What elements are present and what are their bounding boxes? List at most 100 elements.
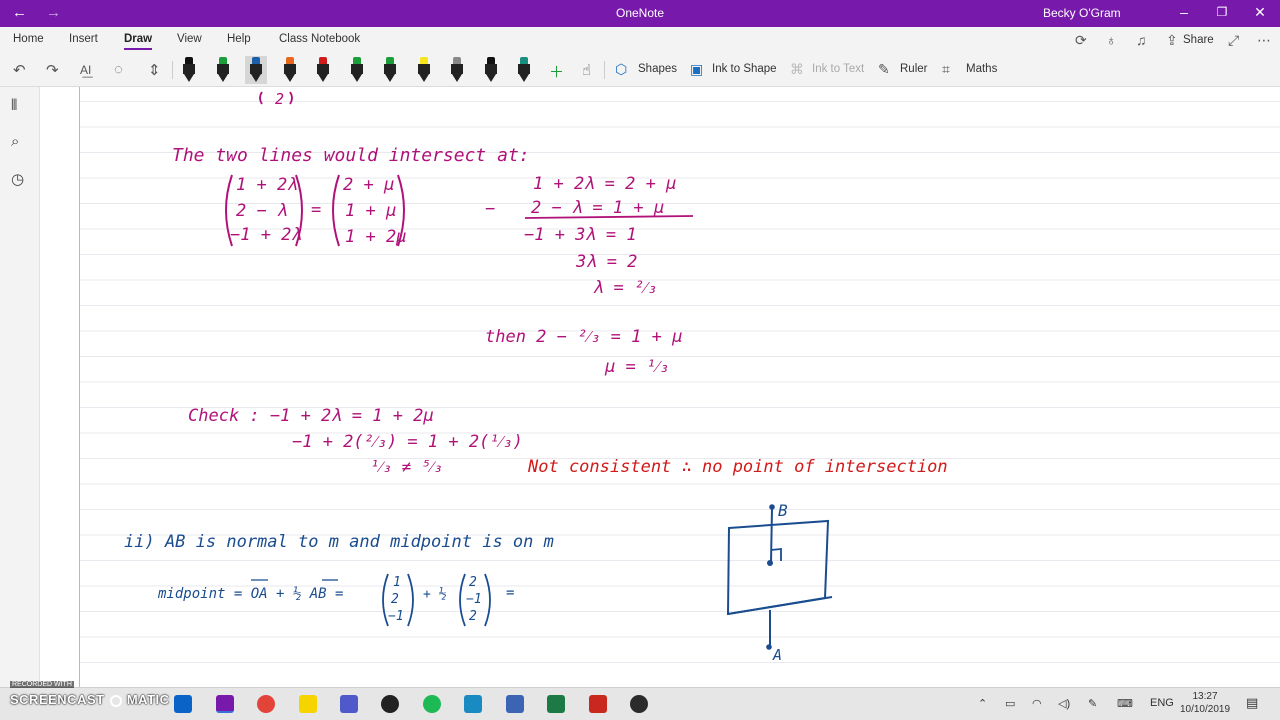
- lasso-select-icon[interactable]: ◌: [114, 61, 123, 78]
- sketch-app-icon[interactable]: [381, 695, 399, 713]
- plus-half: + ½: [423, 587, 447, 602]
- type-select-icon[interactable]: A͟I: [80, 63, 91, 77]
- maths-button[interactable]: Maths: [966, 63, 997, 75]
- recorded-with-label: RECORDED WITH: [10, 681, 74, 688]
- restore-icon[interactable]: ❐: [1203, 5, 1241, 19]
- minimize-icon[interactable]: –: [1165, 4, 1203, 20]
- mid-vector-2-row-3: 2: [469, 609, 477, 624]
- ink-to-text-button[interactable]: Ink to Text: [812, 63, 864, 75]
- ruler-button[interactable]: Ruler: [900, 63, 927, 75]
- part-ii-statement: ii) AB is normal to m and midpoint is on…: [124, 532, 554, 552]
- pen-body: [518, 64, 530, 74]
- onenote-icon[interactable]: [216, 695, 234, 713]
- lightbulb-icon[interactable]: ♁: [1106, 32, 1117, 48]
- notifications-icon[interactable]: ▤: [1246, 695, 1258, 711]
- pen-black-2[interactable]: [480, 56, 502, 84]
- toolbar-separator: [604, 61, 605, 79]
- pen-color-swatch: [185, 57, 193, 64]
- tray-overflow-icon[interactable]: ⌃: [978, 697, 987, 710]
- shapes-button[interactable]: Shapes: [638, 63, 677, 75]
- point-a: [766, 644, 772, 650]
- undo-icon[interactable]: ↶: [13, 61, 26, 79]
- redo-icon[interactable]: ↷: [46, 61, 59, 79]
- tab-help[interactable]: Help: [227, 33, 251, 45]
- volume-icon[interactable]: ◁): [1058, 697, 1070, 710]
- pen-color-swatch: [252, 57, 260, 64]
- expand-icon[interactable]: ⤢: [1228, 32, 1239, 49]
- title-bar: ← → OneNote Becky O'Gram – ❐ ✕: [0, 0, 1280, 27]
- not-consistent-note: Not consistent ∴ no point of intersectio…: [527, 457, 948, 477]
- spotify-icon[interactable]: [423, 695, 441, 713]
- sticky-notes-icon[interactable]: [299, 695, 317, 713]
- tab-draw[interactable]: Draw: [124, 33, 153, 50]
- highlighter-yellow[interactable]: [413, 56, 435, 84]
- notebooks-icon[interactable]: ⫴: [11, 97, 17, 114]
- pen-orange[interactable]: [279, 56, 301, 84]
- working-line-5: λ = ²⁄₃: [593, 278, 657, 298]
- label-a: A: [772, 646, 782, 664]
- keyboard-icon[interactable]: ⌨: [1117, 697, 1133, 710]
- recent-clock-icon[interactable]: ◷: [11, 170, 24, 188]
- eq-right-2: 1 + μ: [345, 201, 396, 221]
- pen-color-swatch: [285, 57, 294, 64]
- then-line-1: then 2 − ²⁄₃ = 1 + μ: [485, 327, 682, 347]
- tab-view[interactable]: View: [177, 33, 202, 45]
- eq-left-2: 2 − λ: [236, 201, 287, 221]
- recorder-icon[interactable]: [630, 695, 648, 713]
- pen-body: [350, 64, 363, 74]
- touch-draw-icon[interactable]: ☝: [582, 61, 591, 79]
- page-canvas[interactable]: 2 The two lines would intersect at: 1 + …: [41, 87, 1280, 687]
- tab-insert[interactable]: Insert: [69, 33, 98, 45]
- pen-green-1[interactable]: [212, 56, 234, 84]
- bell-icon[interactable]: ♫: [1136, 32, 1147, 48]
- tab-class-notebook[interactable]: Class Notebook: [279, 33, 360, 45]
- search-icon[interactable]: ⌕: [11, 133, 19, 150]
- eq-left-1: 1 + 2λ: [236, 175, 297, 195]
- calculator-icon[interactable]: [506, 695, 524, 713]
- pen-black-1[interactable]: [178, 56, 200, 84]
- wifi-icon[interactable]: ◠: [1032, 697, 1042, 710]
- pen-point: [452, 74, 462, 82]
- user-name[interactable]: Becky O'Gram: [1043, 6, 1121, 20]
- share-icon[interactable]: ⇪: [1166, 32, 1178, 49]
- battery-icon[interactable]: ▭: [1005, 697, 1015, 710]
- pen-teal[interactable]: [513, 56, 535, 84]
- add-pen-icon[interactable]: ＋: [549, 61, 564, 82]
- teams-icon[interactable]: [340, 695, 358, 713]
- pen-green-3[interactable]: [379, 56, 401, 84]
- ink-layer: 2 The two lines would intersect at: 1 + …: [80, 87, 1280, 687]
- chrome-icon[interactable]: [257, 695, 275, 713]
- pen-tray-icon[interactable]: ✎: [1088, 697, 1097, 710]
- tab-home[interactable]: Home: [13, 33, 44, 45]
- close-icon[interactable]: ✕: [1241, 4, 1279, 21]
- ink-to-shape-button[interactable]: Ink to Shape: [712, 63, 777, 75]
- pen-point: [251, 74, 261, 82]
- midpoint-expression: midpoint = OA + ½ AB =: [157, 586, 343, 602]
- language-indicator[interactable]: ENG: [1150, 697, 1174, 709]
- acrobat-icon[interactable]: [589, 695, 607, 713]
- add-space-icon[interactable]: ⇕: [148, 61, 161, 79]
- more-icon[interactable]: ⋯: [1257, 32, 1271, 49]
- sync-icon[interactable]: ⟳: [1075, 32, 1087, 49]
- pen-gray[interactable]: [446, 56, 468, 84]
- share-button[interactable]: Share: [1183, 34, 1214, 46]
- pen-body: [216, 64, 229, 74]
- pen-body: [417, 64, 430, 74]
- system-clock[interactable]: 13:27 10/10/2019: [1175, 690, 1235, 716]
- pen-point: [318, 74, 328, 82]
- pen-green-2[interactable]: [346, 56, 368, 84]
- clock-time: 13:27: [1192, 691, 1218, 702]
- toolbar-separator: [172, 61, 173, 79]
- snipping-tool-icon[interactable]: [464, 695, 482, 713]
- check-line-3: ¹⁄₃ ≠ ⁵⁄₃: [370, 457, 443, 476]
- excel-icon[interactable]: [547, 695, 565, 713]
- equals-sign: =: [311, 200, 321, 220]
- outlook-icon[interactable]: [174, 695, 192, 713]
- pen-point: [519, 74, 529, 82]
- pen-body: [250, 64, 262, 74]
- pen-blue[interactable]: [245, 56, 267, 84]
- segment-ab-upper: [770, 507, 773, 564]
- midpoint-dot: [767, 560, 773, 566]
- pen-red[interactable]: [312, 56, 334, 84]
- trailing-equals: =: [506, 585, 514, 601]
